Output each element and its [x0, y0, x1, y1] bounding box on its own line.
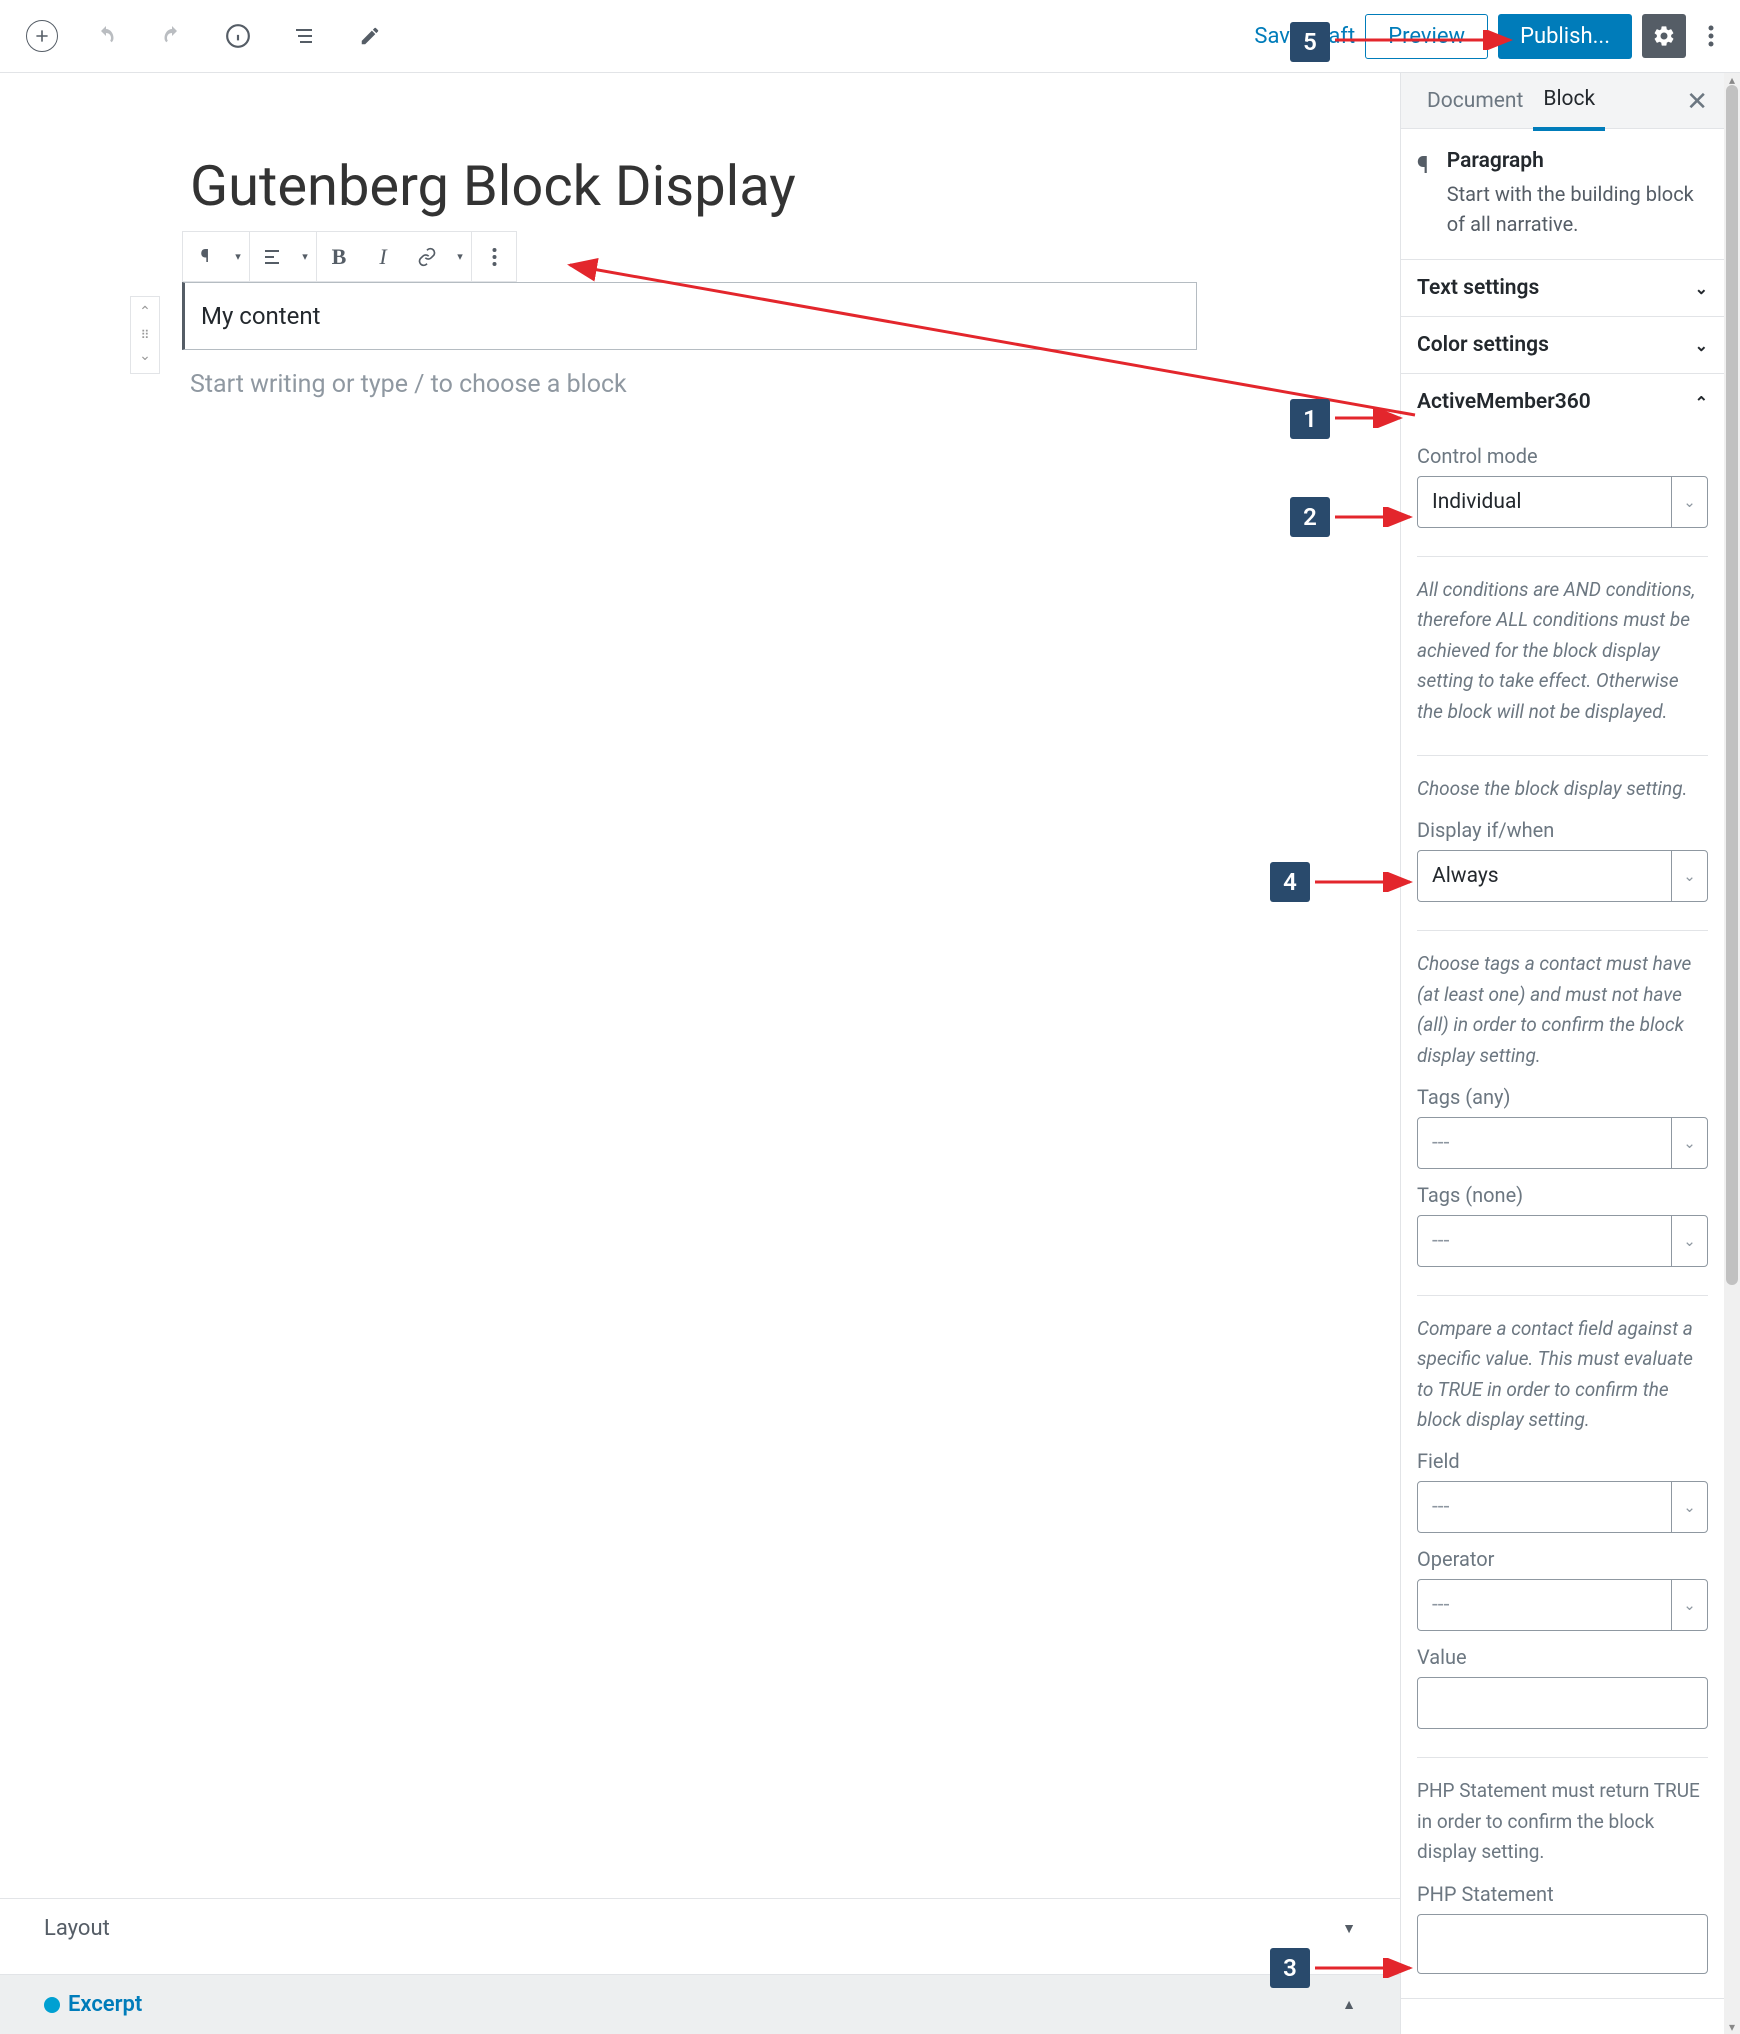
php-label: PHP Statement	[1417, 1882, 1708, 1906]
callout-4: 4	[1270, 862, 1310, 902]
align-button[interactable]	[250, 232, 294, 281]
transform-button[interactable]: ¶	[183, 232, 227, 281]
excerpt-indicator-icon	[44, 1997, 60, 2013]
chevron-up-icon: ⌃	[1695, 393, 1708, 412]
callout-1: 1	[1290, 399, 1330, 439]
block-movers: ⌃ ⠿ ⌄	[130, 296, 160, 374]
arrow-3	[1315, 1958, 1425, 1978]
excerpt-panel-label: Excerpt	[68, 1992, 142, 2017]
close-sidebar-button[interactable]: ✕	[1686, 87, 1708, 117]
help-field: Compare a contact field against a specif…	[1417, 1314, 1708, 1436]
chevron-down-icon: ⌄	[1671, 477, 1707, 527]
outline-button[interactable]	[286, 18, 322, 54]
control-mode-label: Control mode	[1417, 444, 1708, 468]
field-select[interactable]: ---⌄	[1417, 1481, 1708, 1533]
layout-panel-header[interactable]: Layout ▼	[0, 1898, 1400, 1958]
redo-button[interactable]	[154, 18, 190, 54]
chevron-down-icon: ⌄	[1671, 1118, 1707, 1168]
arrow-1-short	[1335, 408, 1415, 428]
settings-button[interactable]	[1642, 14, 1686, 58]
field-label: Field	[1417, 1449, 1708, 1473]
callout-5: 5	[1290, 22, 1330, 62]
value-label: Value	[1417, 1645, 1708, 1669]
edit-button[interactable]	[352, 18, 388, 54]
chevron-up-icon: ▲	[1342, 1996, 1356, 2013]
arrow-4	[1315, 872, 1425, 892]
arrow-2	[1335, 507, 1425, 527]
control-mode-select[interactable]: Individual⌄	[1417, 476, 1708, 528]
sidebar-tabs: Document Block ✕	[1401, 73, 1724, 129]
section-text-settings[interactable]: Text settings⌄	[1401, 260, 1724, 317]
activemember360-panel: Control mode Individual⌄ All conditions …	[1401, 444, 1724, 1999]
chevron-down-icon: ⌄	[1695, 279, 1708, 298]
operator-label: Operator	[1417, 1547, 1708, 1571]
divider	[1417, 1295, 1708, 1296]
chevron-down-icon: ▼	[1342, 1920, 1356, 1937]
excerpt-panel-header[interactable]: Excerpt ▲	[0, 1974, 1400, 2034]
add-block-button[interactable]	[26, 20, 58, 52]
block-info-description: Start with the building block of all nar…	[1447, 179, 1708, 239]
chevron-down-icon: ⌄	[1671, 1482, 1707, 1532]
bold-button[interactable]: B	[317, 232, 361, 281]
display-select[interactable]: Always⌄	[1417, 850, 1708, 902]
undo-button[interactable]	[88, 18, 124, 54]
tags-any-select[interactable]: ---⌄	[1417, 1117, 1708, 1169]
divider	[1417, 755, 1708, 756]
tags-any-label: Tags (any)	[1417, 1085, 1708, 1109]
divider	[1417, 930, 1708, 931]
move-down-button[interactable]: ⌄	[139, 347, 151, 367]
info-button[interactable]	[220, 18, 256, 54]
arrow-5	[1335, 30, 1525, 50]
post-title[interactable]: Gutenberg Block Display	[190, 153, 1400, 219]
chevron-down-icon: ⌄	[1671, 851, 1707, 901]
operator-select[interactable]: ---⌄	[1417, 1579, 1708, 1631]
layout-panel-label: Layout	[44, 1916, 110, 1941]
section-activemember360[interactable]: ActiveMember360⌃	[1401, 374, 1724, 430]
help-tags: Choose tags a contact must have (at leas…	[1417, 949, 1708, 1071]
format-more-dropdown[interactable]: ▾	[449, 232, 471, 281]
tab-document[interactable]: Document	[1417, 73, 1533, 129]
move-up-button[interactable]: ⌃	[139, 303, 151, 323]
italic-button[interactable]: I	[361, 232, 405, 281]
transform-dropdown[interactable]: ▾	[227, 232, 249, 281]
callout-2: 2	[1290, 497, 1330, 537]
help-php: PHP Statement must return TRUE in order …	[1417, 1776, 1708, 1867]
chevron-down-icon: ⌄	[1671, 1580, 1707, 1630]
block-toolbar: ¶▾ ▾ BI▾	[182, 231, 517, 282]
callout-3: 3	[1270, 1948, 1310, 1988]
tab-block[interactable]: Block	[1533, 73, 1605, 131]
section-color-settings[interactable]: Color settings⌄	[1401, 317, 1724, 374]
link-button[interactable]	[405, 232, 449, 281]
tags-none-label: Tags (none)	[1417, 1183, 1708, 1207]
divider	[1417, 1757, 1708, 1758]
block-more-button[interactable]	[472, 232, 516, 281]
paragraph-icon: ¶	[1417, 149, 1429, 239]
help-conditions: All conditions are AND conditions, there…	[1417, 575, 1708, 727]
drag-handle[interactable]: ⠿	[141, 323, 150, 348]
block-info-title: Paragraph	[1447, 149, 1708, 173]
align-dropdown[interactable]: ▾	[294, 232, 316, 281]
chevron-down-icon: ⌄	[1671, 1216, 1707, 1266]
help-display: Choose the block display setting.	[1417, 774, 1708, 804]
block-info: ¶ Paragraph Start with the building bloc…	[1401, 129, 1724, 260]
chevron-down-icon: ⌄	[1695, 336, 1708, 355]
php-statement-input[interactable]	[1417, 1914, 1708, 1974]
tags-none-select[interactable]: ---⌄	[1417, 1215, 1708, 1267]
more-menu-button[interactable]	[1696, 14, 1726, 58]
divider	[1417, 556, 1708, 557]
settings-sidebar: ▴▾ Document Block ✕ ¶ Paragraph Start wi…	[1400, 73, 1740, 2034]
sidebar-scrollbar[interactable]: ▴▾	[1724, 73, 1740, 2034]
display-label: Display if/when	[1417, 818, 1708, 842]
value-input[interactable]	[1417, 1677, 1708, 1729]
